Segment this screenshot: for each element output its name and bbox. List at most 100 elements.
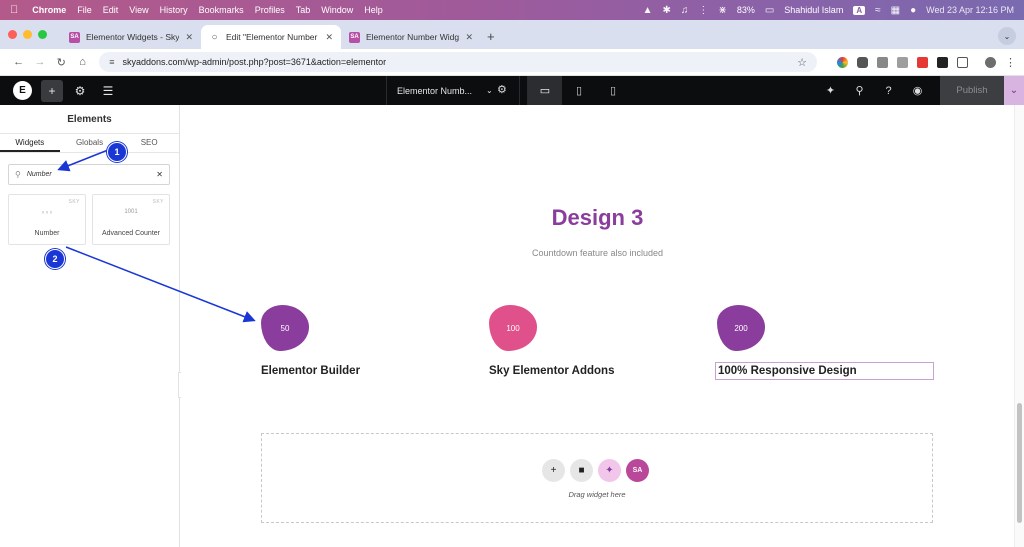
menu-window[interactable]: Window	[321, 5, 353, 15]
extensions-puzzle-icon[interactable]	[956, 56, 968, 68]
tab-search-button[interactable]: ⌄	[998, 27, 1016, 45]
add-section-plus-icon[interactable]: +	[542, 459, 565, 482]
clear-search-icon[interactable]: ✕	[156, 170, 163, 179]
counter-title-3[interactable]: 100% Responsive Design	[715, 362, 934, 380]
number-widget-icon: ₀ ₀ ₀	[41, 209, 53, 215]
tab-edit-number-widget[interactable]: ○ Edit "Elementor Number Widget" ✕	[201, 25, 341, 49]
volume-icon[interactable]: ♫	[681, 5, 689, 16]
tab-widgets[interactable]: Widgets	[0, 134, 60, 152]
menu-bookmarks[interactable]: Bookmarks	[199, 5, 244, 15]
canvas-scrollbar-thumb[interactable]	[1017, 403, 1022, 523]
counter-title-1[interactable]: Elementor Builder	[261, 365, 360, 377]
panel-tabs: Widgets Globals SEO	[0, 134, 179, 153]
globe-icon: ○	[211, 31, 218, 43]
site-info-icon[interactable]: ≡	[109, 57, 114, 67]
home-icon[interactable]: ⌂	[72, 56, 93, 68]
elementor-top-bar: E + ⚙ ☰ Elementor Numb... ⌄ ⚙ ▭ ▯ ▯ ✦ ⚲ …	[0, 76, 1024, 105]
menu-help[interactable]: Help	[364, 5, 383, 15]
publish-button[interactable]: Publish	[940, 76, 1004, 105]
extension-image-icon[interactable]	[896, 56, 908, 68]
widget-advanced-counter[interactable]: SKY 1001 Advanced Counter	[92, 194, 170, 245]
dropzone-hint: Drag widget here	[568, 490, 626, 499]
ai-sparkle-icon[interactable]: ✦	[598, 459, 621, 482]
dots-icon[interactable]: ⋮	[698, 5, 708, 16]
extension-red-icon[interactable]	[916, 56, 928, 68]
menu-history[interactable]: History	[160, 5, 188, 15]
search-value[interactable]: Number	[27, 171, 156, 178]
minimize-window-button[interactable]	[23, 30, 32, 39]
tab-title: Elementor Number Widget - Sky	[366, 32, 460, 42]
finder-search-icon[interactable]: ⚲	[845, 84, 874, 97]
elements-panel: Elements Widgets Globals SEO ⚲ Number ✕ …	[0, 105, 180, 547]
dropzone-actions: + ■ ✦ SA	[542, 459, 649, 482]
back-icon[interactable]: ←	[8, 56, 29, 68]
menu-view[interactable]: View	[129, 5, 148, 15]
address-bar[interactable]: ≡ skyaddons.com/wp-admin/post.php?post=3…	[99, 52, 817, 72]
new-tab-button[interactable]: +	[487, 29, 495, 44]
annotation-badge-1: 1	[107, 142, 127, 162]
apple-icon[interactable]: 	[10, 4, 18, 16]
menu-tab[interactable]: Tab	[296, 5, 311, 15]
chrome-menu-icon[interactable]: ⋮	[1005, 56, 1016, 69]
extension-color-icon[interactable]	[836, 56, 848, 68]
sky-addons-favicon-icon: SA	[69, 31, 80, 43]
sky-addons-favicon-icon: SA	[349, 31, 360, 43]
close-window-button[interactable]	[8, 30, 17, 39]
structure-layers-icon[interactable]: ☰	[97, 80, 119, 102]
page-settings-icon[interactable]: ⚙	[497, 83, 507, 96]
elementor-logo[interactable]: E	[13, 81, 32, 100]
zoom-window-button[interactable]	[38, 30, 47, 39]
tablet-icon[interactable]: ▯	[562, 76, 596, 105]
wifi-icon[interactable]: ≈	[875, 5, 881, 16]
close-tab-icon[interactable]: ✕	[465, 32, 473, 43]
counter-title-2[interactable]: Sky Elementor Addons	[489, 365, 614, 377]
desktop-icon[interactable]: ▭	[528, 76, 562, 105]
forward-icon[interactable]: →	[29, 56, 50, 68]
reload-icon[interactable]: ↻	[51, 56, 72, 69]
menu-app-name[interactable]: Chrome	[32, 5, 66, 15]
help-icon[interactable]: ?	[874, 85, 903, 97]
close-tab-icon[interactable]: ✕	[185, 32, 193, 43]
publish-options-chevron-icon[interactable]: ⌄	[1004, 76, 1024, 105]
close-tab-icon[interactable]: ✕	[325, 32, 333, 43]
tab-title: Elementor Widgets - Sky Addons	[86, 32, 180, 42]
menu-edit[interactable]: Edit	[103, 5, 119, 15]
bluetooth-icon[interactable]: ⋇	[718, 5, 726, 16]
counter-widget-icon: 1001	[124, 209, 138, 215]
bookmark-star-icon[interactable]: ☆	[797, 56, 807, 69]
macos-menu-bar:  Chrome File Edit View History Bookmark…	[0, 0, 1024, 20]
extension-reader-icon[interactable]	[876, 56, 888, 68]
empty-section-dropzone[interactable]: + ■ ✦ SA Drag widget here	[261, 433, 933, 523]
url-text[interactable]: skyaddons.com/wp-admin/post.php?post=367…	[123, 57, 387, 67]
mobile-icon[interactable]: ▯	[596, 76, 630, 105]
profile-avatar[interactable]	[984, 56, 996, 68]
menu-clock[interactable]: Wed 23 Apr 12:16 PM	[926, 5, 1014, 15]
battery-icon[interactable]: ▭	[765, 5, 774, 16]
preview-eye-icon[interactable]: ◉	[903, 84, 932, 97]
menu-file[interactable]: File	[77, 5, 92, 15]
extension-shield-icon[interactable]	[856, 56, 868, 68]
sky-addons-logo-icon[interactable]: SA	[626, 459, 649, 482]
site-settings-icon[interactable]: ⚙	[69, 80, 91, 102]
widget-number[interactable]: SKY ₀ ₀ ₀ Number	[8, 194, 86, 245]
extension-tools-icon[interactable]	[936, 56, 948, 68]
menu-profiles[interactable]: Profiles	[255, 5, 285, 15]
tab-number-widget-sky[interactable]: SA Elementor Number Widget - Sky ✕	[341, 25, 481, 49]
status-flame-icon[interactable]: ▲	[643, 5, 653, 16]
chevron-down-icon: ⌄	[486, 86, 493, 95]
add-element-button[interactable]: +	[41, 79, 63, 102]
status-pin-icon[interactable]: ✱	[663, 5, 671, 16]
widget-label: Number	[34, 230, 60, 237]
input-source-icon[interactable]: A	[853, 5, 866, 15]
annotation-badge-2: 2	[45, 249, 65, 269]
toolbar: ← → ↻ ⌂ ≡ skyaddons.com/wp-admin/post.ph…	[0, 49, 1024, 76]
user-name[interactable]: Shahidul Islam	[784, 5, 843, 15]
widget-search-input[interactable]: ⚲ Number ✕	[8, 164, 170, 185]
tab-elementor-widgets[interactable]: SA Elementor Widgets - Sky Addons ✕	[61, 25, 201, 49]
editor-actions: ✦ ⚲ ? ◉ Publish ⌄	[816, 76, 1024, 105]
tab-seo[interactable]: SEO	[119, 134, 179, 152]
control-center-icon[interactable]: ▦	[891, 5, 900, 16]
notifications-icon[interactable]: ✦	[816, 84, 845, 97]
siri-icon[interactable]: ●	[910, 5, 916, 16]
template-library-folder-icon[interactable]: ■	[570, 459, 593, 482]
